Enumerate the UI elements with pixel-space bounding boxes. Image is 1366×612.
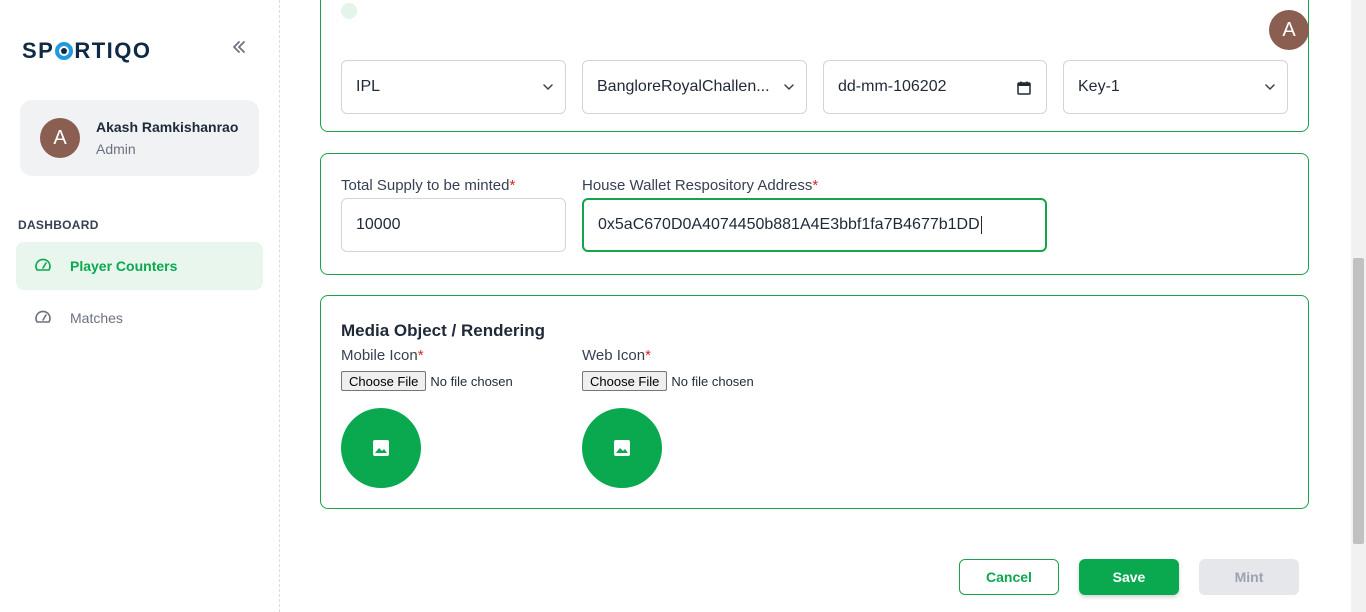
profile-role: Admin	[96, 141, 136, 157]
mobile-icon-preview[interactable]	[341, 408, 421, 488]
tournament-select[interactable]: IPL	[341, 60, 566, 114]
sidebar-item-player-counters[interactable]: Player Counters	[16, 242, 263, 290]
tournament-select-value: IPL	[356, 78, 381, 95]
profile-card[interactable]: A Akash Ramkishanrao Admin	[20, 100, 259, 176]
avatar: A	[40, 118, 80, 158]
total-supply-value: 10000	[356, 216, 401, 233]
sidebar: SP RTIQO A Akash Ramkishanrao Admin DASH…	[0, 0, 280, 612]
required-asterisk: *	[509, 177, 516, 194]
chevron-down-icon	[1265, 84, 1275, 91]
chevron-down-icon	[543, 84, 553, 91]
sidebar-item-matches[interactable]: Matches	[16, 294, 263, 342]
chevrons-left-icon	[233, 41, 245, 53]
required-asterisk: *	[645, 347, 651, 364]
radio-icon	[341, 3, 357, 19]
mobile-icon-file-input: Choose File No file chosen	[341, 371, 513, 391]
sidebar-item-label: Matches	[70, 310, 123, 326]
wallet-address-value: 0x5aC670D0A4074450b881A4E3bbf1fa7B4677b1…	[598, 216, 980, 233]
web-icon-label-text: Web Icon	[582, 347, 646, 364]
wallet-address-label-text: House Wallet Respository Address	[582, 177, 813, 194]
mobile-icon-choose-file-button[interactable]: Choose File	[341, 371, 427, 391]
chevron-down-icon	[784, 84, 794, 91]
web-icon-file-input: Choose File No file chosen	[582, 371, 754, 391]
brand-suffix: RTIQO	[74, 38, 152, 63]
media-section-title: Media Object / Rendering	[341, 321, 546, 340]
nav-heading: DASHBOARD	[18, 218, 99, 232]
total-supply-label-text: Total Supply to be minted	[341, 177, 510, 194]
image-icon	[373, 440, 389, 456]
media-section: Media Object / Rendering Mobile Icon* Ch…	[320, 295, 1309, 509]
brand-prefix: SP	[22, 38, 55, 63]
collapse-sidebar-button[interactable]	[228, 38, 250, 60]
user-avatar[interactable]: A	[1269, 10, 1309, 50]
mint-button[interactable]: Mint	[1199, 559, 1299, 595]
web-icon-choose-file-button[interactable]: Choose File	[582, 371, 668, 391]
total-supply-input[interactable]: 10000	[341, 198, 566, 252]
sidebar-item-label: Player Counters	[70, 258, 178, 274]
key-select[interactable]: Key-1	[1063, 60, 1288, 114]
scrollbar-thumb[interactable]	[1353, 258, 1364, 544]
speedometer-icon	[34, 257, 52, 275]
image-icon	[614, 440, 630, 456]
web-icon-file-status: No file chosen	[671, 373, 754, 389]
page-scrollbar[interactable]	[1351, 0, 1366, 612]
supply-section: Total Supply to be minted* 10000 House W…	[320, 153, 1309, 275]
wallet-address-label: House Wallet Respository Address*	[582, 177, 818, 194]
team-select[interactable]: BangloreRoyalChallen...	[582, 60, 807, 114]
brand-logo-icon	[55, 42, 74, 60]
mobile-icon-label-text: Mobile Icon	[341, 347, 418, 364]
total-supply-label: Total Supply to be minted*	[341, 177, 515, 194]
team-select-value: BangloreRoyalChallen...	[597, 78, 770, 95]
cancel-button[interactable]: Cancel	[959, 559, 1059, 595]
required-asterisk: *	[812, 177, 819, 194]
mobile-icon-file-status: No file chosen	[430, 373, 513, 389]
web-icon-label: Web Icon*	[582, 347, 651, 364]
calendar-icon[interactable]	[1016, 80, 1032, 96]
date-input[interactable]: dd-mm-106202	[823, 60, 1047, 114]
brand-logo[interactable]: SP RTIQO	[22, 38, 152, 64]
mobile-icon-label: Mobile Icon*	[341, 347, 424, 364]
web-icon-preview[interactable]	[582, 408, 662, 488]
key-select-value: Key-1	[1078, 78, 1120, 95]
date-input-value: dd-mm-106202	[838, 78, 947, 95]
match-details-section: IPL BangloreRoyalChallen... dd-mm-106202…	[320, 0, 1309, 132]
text-caret	[980, 216, 982, 234]
required-asterisk: *	[417, 347, 424, 364]
speedometer-icon	[34, 309, 52, 327]
profile-name: Akash Ramkishanrao	[96, 119, 239, 135]
faded-radio-group	[341, 3, 357, 19]
wallet-address-input[interactable]: 0x5aC670D0A4074450b881A4E3bbf1fa7B4677b1…	[582, 198, 1047, 252]
app-root: SP RTIQO A Akash Ramkishanrao Admin DASH…	[0, 0, 1366, 612]
save-button[interactable]: Save	[1079, 559, 1179, 595]
